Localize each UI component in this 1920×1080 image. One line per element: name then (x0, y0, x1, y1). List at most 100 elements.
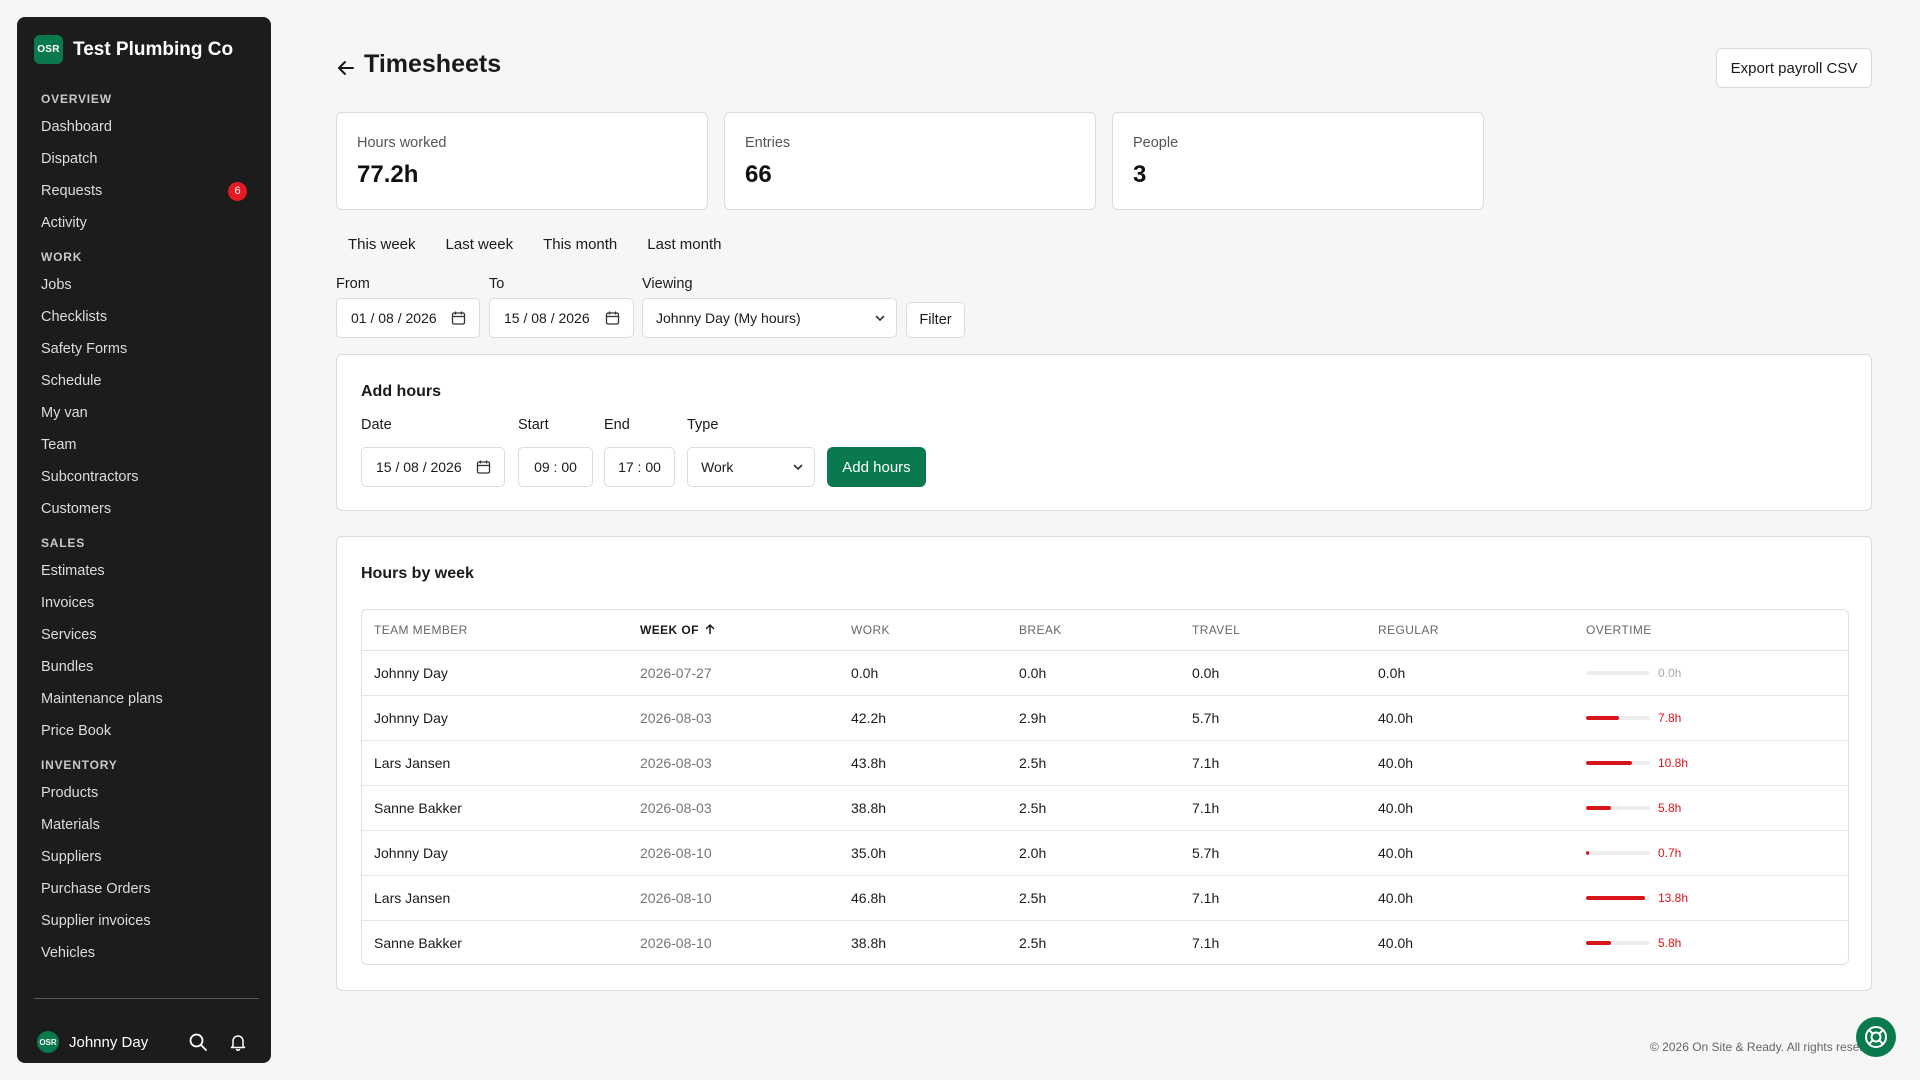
hours-by-week-title: Hours by week (361, 565, 474, 582)
table-row[interactable]: Johnny Day 2026-08-10 35.0h 2.0h 5.7h 40.0h 0.… (362, 830, 1848, 876)
sidebar-item-jobs[interactable]: Jobs (17, 269, 271, 301)
col-team-member[interactable]: TEAM MEMBER (362, 610, 628, 651)
viewing-select-value: Johnny Day (My hours) (656, 310, 801, 326)
cell-travel: 0.0h (1180, 650, 1366, 696)
type-select[interactable]: Work (687, 447, 815, 487)
type-select-value: Work (701, 459, 734, 475)
end-time-input[interactable]: 17 : 00 (604, 447, 675, 487)
sidebar-item-requests[interactable]: Requests 6 (17, 175, 271, 207)
sidebar-item-label: Requests (41, 183, 103, 199)
sidebar-item-materials[interactable]: Materials (17, 809, 271, 841)
cell-break: 2.9h (1007, 695, 1180, 741)
viewing-select[interactable]: Johnny Day (My hours) (642, 298, 897, 338)
cell-break: 2.5h (1007, 785, 1180, 831)
sidebar-item-purchase-orders[interactable]: Purchase Orders (17, 873, 271, 905)
from-date-input[interactable]: 01 / 08 / 2026 (336, 298, 480, 338)
range-this-week[interactable]: This week (336, 234, 428, 256)
table-row[interactable]: Sanne Bakker 2026-08-03 38.8h 2.5h 7.1h 40.0h… (362, 785, 1848, 831)
col-travel[interactable]: TRAVEL (1180, 610, 1366, 651)
lifebuoy-icon (1865, 1026, 1887, 1048)
sidebar-item-label: Customers (41, 501, 112, 517)
overtime-value: 5.8h (1658, 800, 1682, 815)
col-week-of[interactable]: WEEK OF (628, 610, 839, 651)
table-row[interactable]: Johnny Day 2026-08-03 42.2h 2.9h 5.7h 40.0h 7.… (362, 695, 1848, 741)
sidebar-item-label: My van (41, 405, 88, 421)
sidebar-item-checklists[interactable]: Checklists (17, 301, 271, 333)
back-arrow-icon[interactable] (334, 56, 358, 80)
stat-card-hours-worked: Hours worked 77.2h (336, 112, 708, 210)
overtime-bar-fill (1586, 940, 1611, 945)
sidebar-item-supplier-invoices[interactable]: Supplier invoices (17, 905, 271, 937)
range-last-week[interactable]: Last week (428, 234, 526, 256)
entry-date-input[interactable]: 15 / 08 / 2026 (361, 447, 505, 487)
sidebar-item-suppliers[interactable]: Suppliers (17, 841, 271, 873)
cell-travel: 7.1h (1180, 740, 1366, 786)
date-range-tabs: This week Last week This month Last mont… (336, 234, 734, 256)
table-row[interactable]: Lars Jansen 2026-08-03 43.8h 2.5h 7.1h 40.0h 1… (362, 740, 1848, 786)
sidebar: OSR Test Plumbing Co OVERVIEW Dashboard Di… (17, 17, 271, 1063)
sidebar-item-label: Suppliers (41, 849, 102, 865)
overtime-bar (1586, 670, 1650, 675)
sidebar-item-estimates[interactable]: Estimates (17, 555, 271, 587)
table-body: Johnny Day 2026-07-27 0.0h 0.0h 0.0h 0.0h 0.0h… (362, 650, 1848, 964)
calendar-icon[interactable] (451, 311, 466, 326)
cell-regular: 40.0h (1366, 695, 1574, 741)
cell-break: 2.5h (1007, 875, 1180, 921)
sidebar-item-my-van[interactable]: My van (17, 397, 271, 429)
col-overtime[interactable]: OVERTIME (1574, 610, 1848, 651)
start-time-value: 09 : 00 (534, 459, 577, 475)
table-row[interactable]: Johnny Day 2026-07-27 0.0h 0.0h 0.0h 0.0h 0.0h (362, 650, 1848, 696)
sidebar-item-price-book[interactable]: Price Book (17, 715, 271, 747)
bell-icon[interactable] (225, 1029, 251, 1055)
sidebar-item-team[interactable]: Team (17, 429, 271, 461)
sidebar-item-schedule[interactable]: Schedule (17, 365, 271, 397)
stat-value: 77.2h (357, 161, 419, 188)
search-icon[interactable] (185, 1029, 211, 1055)
current-user[interactable]: OSR Johnny Day (37, 1031, 148, 1053)
overtime-value: 13.8h (1658, 890, 1689, 905)
page-title: Timesheets (364, 50, 502, 78)
requests-count-badge: 6 (228, 182, 247, 201)
sidebar-item-customers[interactable]: Customers (17, 493, 271, 525)
calendar-icon[interactable] (605, 311, 620, 326)
cell-week: 2026-08-03 (628, 740, 839, 786)
col-regular[interactable]: REGULAR (1366, 610, 1574, 651)
chevron-down-icon (793, 464, 803, 470)
sidebar-item-maintenance-plans[interactable]: Maintenance plans (17, 683, 271, 715)
sidebar-item-label: Supplier invoices (41, 913, 151, 929)
calendar-icon[interactable] (476, 460, 491, 475)
to-date-input[interactable]: 15 / 08 / 2026 (489, 298, 634, 338)
add-hours-button[interactable]: Add hours (827, 447, 926, 487)
cell-overtime: 10.8h (1574, 740, 1848, 786)
sidebar-item-subcontractors[interactable]: Subcontractors (17, 461, 271, 493)
stat-label: People (1133, 135, 1179, 151)
sidebar-item-activity[interactable]: Activity (17, 207, 271, 239)
overtime-value: 7.8h (1658, 710, 1682, 725)
sidebar-item-label: Price Book (41, 723, 112, 739)
sidebar-item-invoices[interactable]: Invoices (17, 587, 271, 619)
overtime-value: 5.8h (1658, 935, 1682, 950)
sidebar-item-products[interactable]: Products (17, 777, 271, 809)
sidebar-item-services[interactable]: Services (17, 619, 271, 651)
start-time-input[interactable]: 09 : 00 (518, 447, 593, 487)
sidebar-item-dispatch[interactable]: Dispatch (17, 143, 271, 175)
range-this-month[interactable]: This month (525, 234, 629, 256)
table-row[interactable]: Sanne Bakker 2026-08-10 38.8h 2.5h 7.1h 40.0h… (362, 920, 1848, 964)
cell-overtime: 0.0h (1574, 650, 1848, 696)
export-payroll-csv-button[interactable]: Export payroll CSV (1716, 48, 1872, 88)
cell-break: 0.0h (1007, 650, 1180, 696)
col-work[interactable]: WORK (839, 610, 1007, 651)
filter-button[interactable]: Filter (906, 302, 965, 338)
table-row[interactable]: Lars Jansen 2026-08-10 46.8h 2.5h 7.1h 40.0h 1… (362, 875, 1848, 921)
stat-value: 3 (1133, 161, 1147, 188)
sidebar-item-vehicles[interactable]: Vehicles (17, 937, 271, 969)
sidebar-item-bundles[interactable]: Bundles (17, 651, 271, 683)
sidebar-item-safety-forms[interactable]: Safety Forms (17, 333, 271, 365)
cell-overtime: 5.8h (1574, 920, 1848, 964)
col-break[interactable]: BREAK (1007, 610, 1180, 651)
brand[interactable]: OSR Test Plumbing Co (34, 35, 233, 64)
range-last-month[interactable]: Last month (629, 234, 733, 256)
overtime-bar-fill (1586, 760, 1633, 765)
sidebar-item-dashboard[interactable]: Dashboard (17, 111, 271, 143)
help-button[interactable] (1856, 1017, 1896, 1057)
